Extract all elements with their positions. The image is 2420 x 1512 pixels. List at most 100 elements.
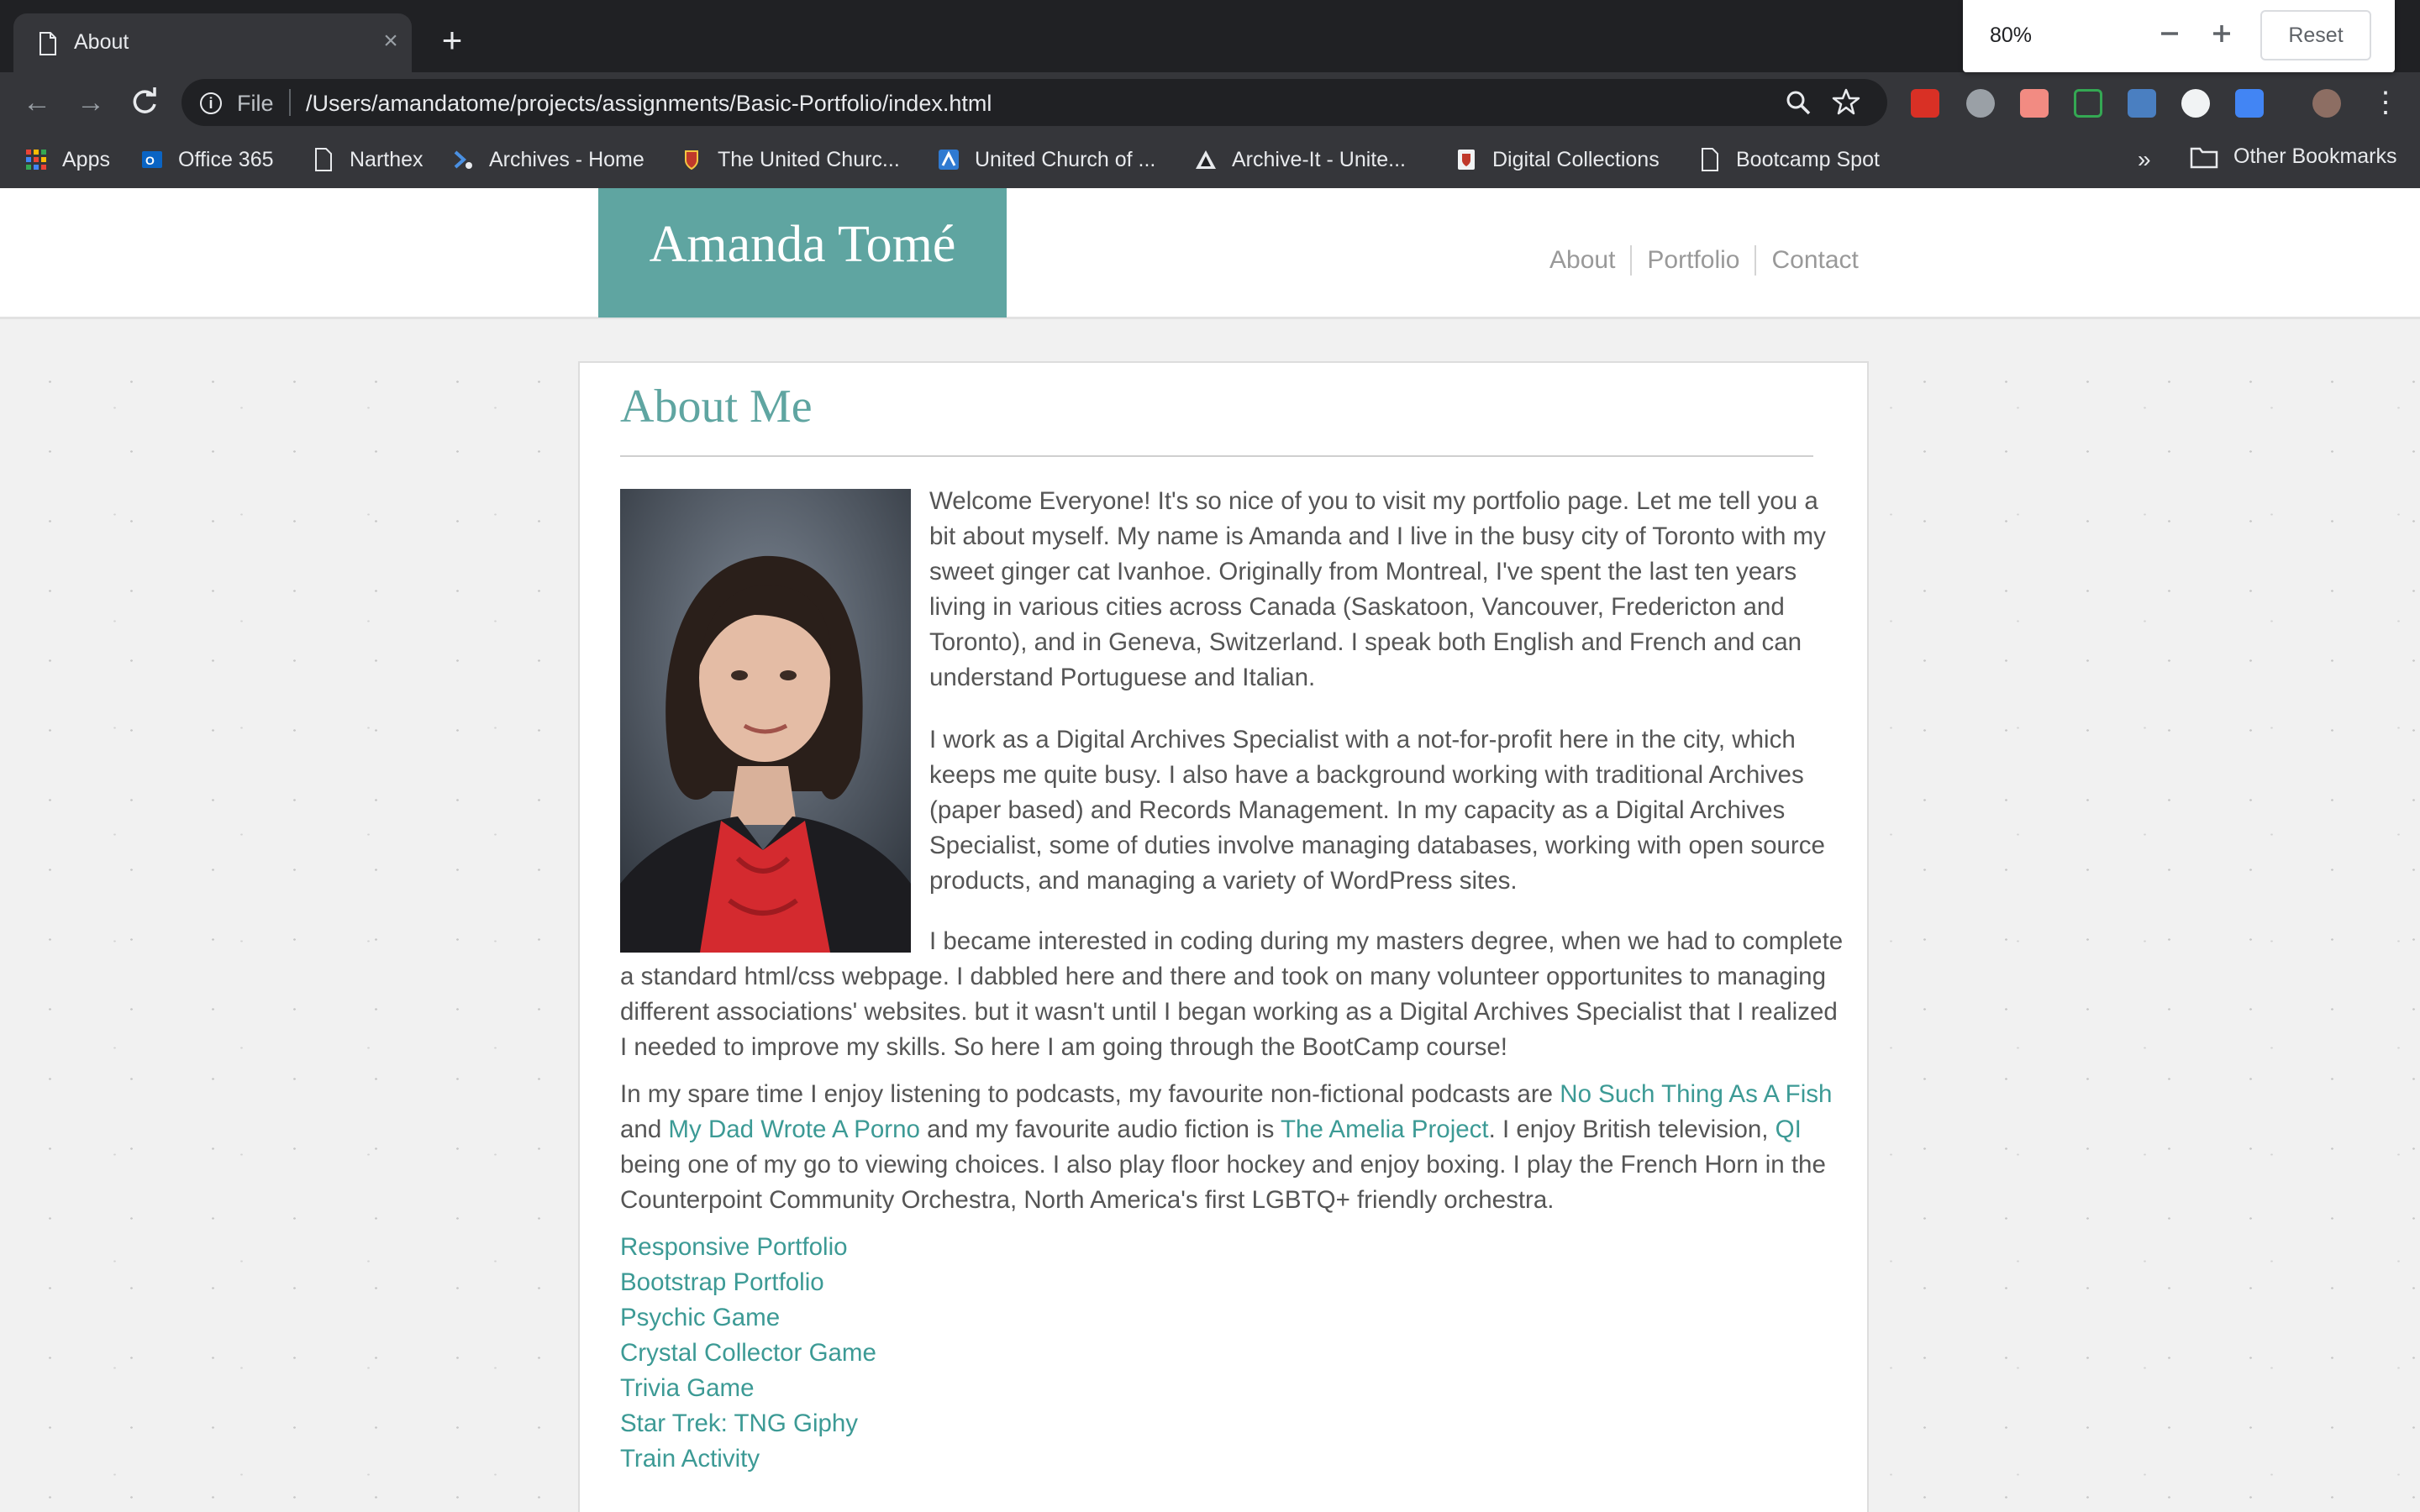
united-church-logo-icon: [939, 150, 959, 170]
archive-it-icon: [1196, 150, 1216, 169]
podcast-link-no-such-thing[interactable]: No Such Thing As A Fish: [1560, 1080, 1832, 1108]
project-link-star-trek-giphy[interactable]: Star Trek: TNG Giphy: [620, 1406, 876, 1441]
web-page: Amanda Tomé About Portfolio Contact Abou…: [0, 188, 2420, 1512]
address-bar[interactable]: i File /Users/amandatome/projects/assign…: [182, 79, 1887, 126]
bookmark-label: Archive-It - Unite...: [1232, 147, 1406, 171]
nav-link-about[interactable]: About: [1549, 246, 1630, 275]
about-card: About Me Welcome Everyone! It's so nice …: [578, 361, 1869, 1512]
bookmarks-overflow-button[interactable]: »: [2138, 146, 2151, 173]
bookmark-united-church-1[interactable]: The United Churc...: [681, 144, 900, 175]
extension-lastpass-icon[interactable]: [1911, 89, 1939, 118]
title-divider: [620, 455, 1813, 457]
project-link-bootstrap-portfolio[interactable]: Bootstrap Portfolio: [620, 1265, 876, 1300]
extension-capture-icon[interactable]: [2074, 89, 2102, 118]
about-paragraph-intro: Welcome Everyone! It's so nice of you to…: [929, 487, 1826, 691]
site-nav: About Portfolio Contact: [1549, 245, 1859, 276]
other-bookmarks-label: Other Bookmarks: [2233, 144, 2397, 168]
other-bookmarks-folder[interactable]: Other Bookmarks: [2190, 144, 2397, 169]
extension-video-icon[interactable]: [2020, 89, 2049, 118]
address-separator: [289, 89, 291, 116]
hobbies-text: and my favourite audio fiction is: [919, 1116, 1281, 1143]
portrait-illustration: [620, 489, 911, 953]
bookmark-label: Digital Collections: [1492, 147, 1660, 171]
site-header: Amanda Tomé About Portfolio Contact: [0, 188, 2420, 319]
hobbies-text: being one of my go to viewing choices. I…: [620, 1151, 1826, 1214]
zoom-level: 80%: [1990, 24, 2033, 47]
page-icon: [39, 32, 56, 55]
hobbies-text: . I enjoy British television,: [1488, 1116, 1776, 1143]
bookmark-united-church-2[interactable]: United Church of ...: [938, 144, 1155, 175]
zoom-reset-button[interactable]: Reset: [2260, 10, 2371, 60]
bookmark-label: The United Churc...: [718, 147, 900, 171]
bookmark-digital-collections[interactable]: Digital Collections: [1455, 144, 1660, 175]
podcast-link-my-dad-wrote[interactable]: My Dad Wrote A Porno: [668, 1116, 920, 1143]
site-brand-name: Amanda Tomé: [649, 216, 956, 273]
bookmark-narthex[interactable]: Narthex: [313, 144, 424, 175]
extension-blocker-icon[interactable]: [1966, 89, 1995, 118]
bookmark-label: United Church of ...: [975, 147, 1156, 171]
folder-icon: [2190, 147, 2218, 168]
project-link-responsive-portfolio[interactable]: Responsive Portfolio: [620, 1230, 876, 1265]
bookmark-archive-it[interactable]: Archive-It - Unite...: [1195, 144, 1406, 175]
profile-photo: [620, 489, 911, 953]
close-tab-icon[interactable]: ×: [378, 29, 403, 54]
reload-glyph: [133, 87, 156, 113]
browser-tab-about[interactable]: About ×: [13, 13, 412, 72]
bookmark-label: Bootcamp Spot: [1736, 147, 1880, 171]
page-icon: [315, 148, 332, 171]
outlook-icon: O: [142, 151, 162, 168]
archives-icon: [454, 150, 472, 169]
bookmark-label: Narthex: [350, 147, 424, 171]
extension-paw-icon[interactable]: [2128, 89, 2156, 118]
extension-s-icon[interactable]: [2235, 89, 2264, 118]
project-link-train-activity[interactable]: Train Activity: [620, 1441, 876, 1477]
bookmark-archives-home[interactable]: Archives - Home: [452, 144, 644, 175]
project-link-trivia-game[interactable]: Trivia Game: [620, 1371, 876, 1406]
project-links: Responsive Portfolio Bootstrap Portfolio…: [620, 1230, 876, 1477]
about-paragraph-work: I work as a Digital Archives Specialist …: [929, 726, 1825, 895]
profile-avatar[interactable]: [2312, 89, 2341, 118]
zoom-out-button[interactable]: [2153, 17, 2186, 50]
hobbies-text: In my spare time I enjoy listening to po…: [620, 1080, 1560, 1108]
about-paragraph-coding: I became interested in coding during my …: [620, 927, 1844, 1061]
about-paragraph-hobbies: In my spare time I enjoy listening to po…: [620, 1077, 1839, 1218]
bookmark-label: Apps: [62, 147, 110, 171]
bookmark-bootcamp-spot[interactable]: Bootcamp Spot: [1699, 144, 1880, 175]
address-url[interactable]: /Users/amandatome/projects/assignments/B…: [306, 91, 992, 117]
bookmarks-bar: Apps O Office 365 Narthex Archives - Hom…: [0, 133, 2420, 188]
bookmark-office-365[interactable]: O Office 365: [141, 144, 274, 175]
apps-grid-icon: [26, 150, 46, 170]
bookmark-label: Office 365: [178, 147, 274, 171]
bookmark-label: Archives - Home: [489, 147, 644, 171]
hobbies-text: and: [620, 1116, 669, 1143]
tv-link-qi[interactable]: QI: [1776, 1116, 1802, 1143]
svg-text:O: O: [145, 154, 155, 167]
nav-link-portfolio[interactable]: Portfolio: [1632, 246, 1754, 275]
page-title: About Me: [620, 381, 813, 433]
info-icon[interactable]: i: [200, 92, 222, 114]
page-icon: [1702, 148, 1718, 171]
browser-toolbar: ← → i File /Users/amandatome/projects/as…: [0, 72, 2420, 133]
minus-icon: [2161, 32, 2178, 35]
reload-icon[interactable]: [128, 86, 161, 119]
zoom-in-button[interactable]: [2205, 17, 2238, 50]
new-tab-button[interactable]: +: [437, 23, 467, 58]
address-scheme: File: [237, 91, 274, 116]
kebab-menu-icon[interactable]: ⋮: [2371, 87, 2400, 118]
magnifier-icon[interactable]: [1785, 89, 1812, 116]
collections-crest-icon: [1458, 150, 1475, 170]
extension-circle-icon[interactable]: [2181, 89, 2210, 118]
tab-title: About: [74, 30, 129, 54]
united-church-crest-icon: [685, 150, 698, 171]
site-brand[interactable]: Amanda Tomé: [598, 188, 1007, 318]
podcast-link-amelia-project[interactable]: The Amelia Project: [1281, 1116, 1489, 1143]
plus-icon: [2213, 25, 2230, 42]
project-link-psychic-game[interactable]: Psychic Game: [620, 1300, 876, 1336]
forward-arrow-icon[interactable]: →: [74, 86, 108, 119]
star-icon[interactable]: [1832, 87, 1860, 116]
bookmark-apps[interactable]: Apps: [25, 144, 110, 175]
zoom-popup: 80% Reset: [1963, 0, 2395, 72]
nav-link-contact[interactable]: Contact: [1756, 246, 1858, 275]
project-link-crystal-collector[interactable]: Crystal Collector Game: [620, 1336, 876, 1371]
back-arrow-icon[interactable]: ←: [20, 86, 54, 119]
